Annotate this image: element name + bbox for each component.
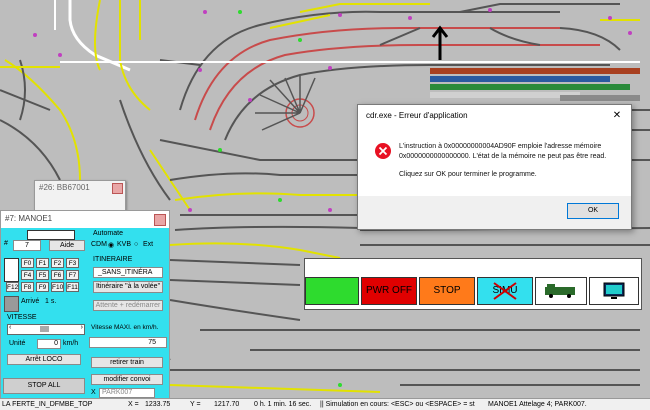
ext-radio-icon[interactable]: ○ [134, 241, 138, 248]
error-icon [375, 143, 391, 159]
vitesse-label: VITESSE [7, 314, 37, 321]
speed-slider[interactable]: ‹ › [7, 324, 85, 335]
automate-label: Automate [93, 230, 123, 237]
manoeuvre-window-title: #7: MANOE1 [1, 211, 169, 227]
function-key-f9[interactable]: F9 [36, 282, 49, 292]
dialog-close-icon[interactable]: ✕ [609, 108, 625, 124]
stop-button[interactable]: STOP [419, 277, 475, 305]
ok-button[interactable]: OK [567, 203, 619, 219]
hash-label: # [4, 240, 8, 247]
arret-loco-button[interactable]: Arrêt LOCO [7, 354, 81, 365]
manoeuvre-right-panel: Automate CDM ◉ KVB ○ Ext ITINERAIRE _SAN… [87, 228, 169, 399]
kvb-radio-icon[interactable]: ◉ [108, 241, 114, 249]
function-key-f0[interactable]: F0 [21, 258, 34, 268]
status-bar: LA FERTE_IN_DFMBE_TOP X = 1233.75 Y = 12… [0, 398, 650, 410]
dialog-message-line1: L'instruction à 0x00000000004AD90F emplo… [399, 143, 602, 150]
manoeuvre-window[interactable]: #7: MANOE1 # 7 Aide F0 F1 F2 F3 F4 F5 F6… [0, 210, 170, 400]
vmax-input[interactable]: 75 [89, 337, 167, 348]
attente-redemarrer-button[interactable]: Attente + redémarrer [93, 300, 163, 311]
simu-button[interactable]: SIMU [477, 277, 533, 305]
modifier-convoi-button[interactable]: modifier convoi [91, 374, 163, 385]
dialog-message-line2: 0x0000000000000000. L'état de la mémoire… [399, 153, 607, 160]
status-simulation: || Simulation en cours: <ESC> ou <ESPACE… [320, 401, 475, 408]
dialog-message: L'instruction à 0x00000000004AD90F emplo… [399, 142, 625, 180]
manoeuvre-left-panel: # 7 Aide F0 F1 F2 F3 F4 F5 F6 F7 F8 F9 F… [1, 228, 87, 399]
function-key-f11[interactable]: F11 [66, 282, 79, 292]
aide-button[interactable]: Aide [49, 240, 85, 251]
ext-label: Ext [143, 241, 154, 248]
function-key-f1[interactable]: F1 [36, 258, 49, 268]
status-train: MANOE1 Attelage 4; PARK007. [488, 401, 587, 408]
function-key-f8[interactable]: F8 [21, 282, 34, 292]
slider-thumb[interactable] [40, 326, 49, 332]
x-label: X [91, 389, 96, 396]
function-key-f12[interactable]: F12 [6, 282, 19, 292]
action-bar: PWR OFF STOP SIMU [304, 258, 642, 310]
slider-left-arrow-icon[interactable]: ‹ [9, 324, 11, 331]
kvb-label: KVB [117, 241, 132, 248]
function-key-f4[interactable]: F4 [21, 270, 34, 280]
pwr-off-button[interactable]: PWR OFF [361, 277, 417, 305]
arrive-label: Arrivé [21, 298, 40, 305]
status-y-label: Y = [190, 401, 201, 408]
function-key-f5[interactable]: F5 [36, 270, 49, 280]
status-time: 0 h. 1 min. 16 sec. [254, 401, 312, 408]
status-indicator [4, 296, 19, 312]
itineraire-select[interactable]: _SANS_ITINÉRA [93, 267, 163, 278]
green-status-button[interactable] [305, 277, 359, 305]
dialog-message-line3: Cliquez sur OK pour terminer le programm… [399, 171, 537, 178]
status-x-value: 1233.75 [145, 401, 171, 408]
error-dialog[interactable]: cdr.exe - Erreur d'application ✕ L'instr… [357, 104, 632, 230]
park-select[interactable]: PARK007 [99, 388, 155, 398]
manoeuvre-close-button[interactable] [154, 214, 166, 226]
loco-number-field[interactable]: 7 [13, 240, 41, 251]
itineraire-volee-button[interactable]: Itinéraire "à la volée" [93, 281, 163, 293]
speed-value-field[interactable]: 0 [37, 339, 61, 349]
train-button[interactable] [535, 277, 587, 305]
status-x-label: X = [128, 401, 139, 408]
dialog-title: cdr.exe - Erreur d'application [366, 111, 468, 120]
retirer-train-button[interactable]: retirer train [91, 357, 163, 368]
function-key-f3[interactable]: F3 [66, 258, 79, 268]
speed-unit: km/h [63, 340, 79, 347]
cross-icon [493, 282, 517, 300]
slider-right-arrow-icon[interactable]: › [81, 324, 83, 331]
function-key-f10[interactable]: F10 [51, 282, 64, 292]
status-location: LA FERTE_IN_DFMBE_TOP [2, 401, 93, 408]
dialog-footer: OK [358, 196, 631, 229]
function-key-f7[interactable]: F7 [66, 270, 79, 280]
stop-all-button[interactable]: STOP ALL [3, 378, 85, 394]
cdm-label: CDM [91, 241, 107, 248]
arrive-value: 1 s. [45, 298, 57, 305]
itineraire-label: ITINERAIRE [93, 256, 133, 263]
status-y-value: 1217.70 [214, 401, 240, 408]
monitor-icon [603, 282, 625, 299]
function-key-f2[interactable]: F2 [51, 258, 64, 268]
loco-icon [4, 258, 19, 282]
loco-picture [27, 230, 75, 240]
vmax-label: Vitesse MAXI. en km/h. [91, 324, 159, 331]
loco-window-26-close-button[interactable] [112, 183, 123, 194]
function-key-f6[interactable]: F6 [51, 270, 64, 280]
monitor-button[interactable] [589, 277, 639, 305]
train-icon [545, 284, 575, 298]
unite-label: Unité [9, 340, 26, 347]
